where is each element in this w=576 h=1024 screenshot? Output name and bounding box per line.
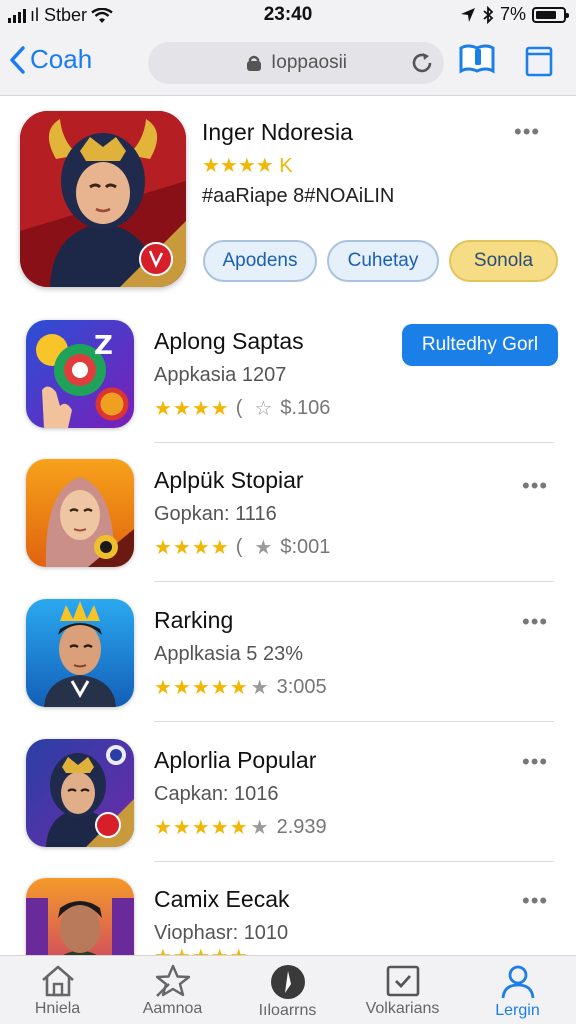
- get-button[interactable]: Rultedhy Gorl: [402, 324, 558, 366]
- compass-icon: [270, 965, 305, 999]
- app-subtitle: Appkasia 1207: [154, 364, 287, 386]
- chevron-left-icon: [10, 45, 25, 74]
- app-rating: ★★★★(☆ $.106: [154, 397, 331, 420]
- list-item[interactable]: Aplpük Stopiar Gopkan: 1116 ★★★★(★ $:001…: [0, 459, 576, 597]
- featured-app-card[interactable]: Inger Ndoresia ★★★★ K #aaRiape 8#NOAiLIN…: [0, 97, 576, 307]
- app-title: Aplpük Stopiar: [154, 467, 304, 493]
- bluetooth-icon: [483, 5, 494, 24]
- star-rating-icon: ★★★★★: [154, 817, 249, 839]
- more-options-icon[interactable]: •••: [514, 119, 540, 145]
- app-rating-value: $:001: [280, 536, 331, 558]
- more-options-icon[interactable]: •••: [522, 473, 548, 499]
- app-subtitle: Gopkan: 1116: [154, 503, 277, 525]
- app-title: Rarking: [154, 607, 234, 633]
- checkbox-icon: [386, 965, 419, 997]
- tab-bar: Hniela Aamnoa Iıloarrns Volkarians Lergi…: [0, 955, 576, 1024]
- empty-star-icon: ★: [250, 677, 269, 699]
- star-rating-icon: ★★★★: [154, 398, 230, 420]
- person-icon: [501, 965, 534, 999]
- back-label: Coah: [30, 44, 93, 74]
- app-rating: ★★★★★ ★ 2.939: [154, 815, 327, 840]
- featured-app-rating: ★★★★ K: [202, 155, 293, 177]
- more-options-icon[interactable]: •••: [522, 888, 548, 914]
- divider: [154, 861, 554, 862]
- navigation-bar: Coah Ioppaosii: [0, 30, 576, 96]
- location-arrow-icon: [460, 7, 475, 22]
- app-icon: [26, 739, 134, 847]
- app-title: Aplong Saptas: [154, 328, 304, 354]
- lock-icon: [246, 55, 261, 71]
- empty-star-icon: ★: [254, 537, 273, 559]
- back-button[interactable]: Coah: [8, 44, 92, 75]
- featured-app-title: Inger Ndoresia: [202, 119, 353, 145]
- list-item[interactable]: Z Aplong Saptas Appkasia 1207 ★★★★(☆ $.1…: [0, 320, 576, 458]
- battery-icon: [532, 6, 569, 23]
- featured-button-1[interactable]: Apodens: [203, 240, 317, 282]
- bookmarks-icon[interactable]: [458, 42, 496, 76]
- app-icon: [26, 599, 134, 707]
- tab-games[interactable]: Aamnoa: [115, 956, 230, 1024]
- app-title: Camix Eecak: [154, 886, 290, 912]
- app-icon: [26, 459, 134, 567]
- status-bar: ıl Stber 23:40 7%: [0, 0, 576, 30]
- tab-label: Volkarians: [365, 1000, 440, 1017]
- svg-text:Z: Z: [94, 331, 113, 361]
- tab-label: Aamnoa: [142, 1000, 203, 1017]
- featured-app-icon: [20, 111, 186, 287]
- tab-label: Lergin: [495, 1002, 540, 1019]
- empty-star-icon: ★: [250, 817, 269, 839]
- app-icon: Z: [26, 320, 134, 428]
- divider: [154, 721, 554, 722]
- star-rating-icon: ★★★★★: [154, 677, 249, 699]
- star-rocket-icon: [155, 964, 190, 997]
- app-rating: ★★★★★ ★ 3:005: [154, 675, 327, 700]
- more-options-icon[interactable]: •••: [522, 609, 548, 635]
- tab-updates[interactable]: Volkarians: [345, 956, 460, 1024]
- tab-apps[interactable]: Iıloarrns: [230, 956, 345, 1024]
- featured-button-3[interactable]: Sonola: [449, 240, 558, 282]
- app-subtitle: Applkasia 5 23%: [154, 643, 303, 665]
- app-subtitle: Capkan: 1016: [154, 783, 279, 805]
- app-rating-value: 3:005: [276, 676, 327, 698]
- list-item[interactable]: Rarking Applkasia 5 23% ★★★★★ ★ 3:005 •••: [0, 599, 576, 737]
- empty-star-icon: ☆: [254, 398, 273, 420]
- more-options-icon[interactable]: •••: [522, 749, 548, 775]
- app-title: Aplorlia Popular: [154, 747, 317, 773]
- tab-label: Hniela: [34, 1000, 81, 1017]
- tab-login[interactable]: Lergin: [460, 956, 575, 1024]
- list-item[interactable]: Aplorlia Popular Capkan: 1016 ★★★★★ ★ 2.9…: [0, 739, 576, 877]
- battery-percent: 7%: [499, 4, 526, 24]
- reload-icon[interactable]: [410, 51, 434, 75]
- app-rating-value: $.106: [280, 397, 331, 419]
- address-text: Ioppaosii: [270, 52, 348, 73]
- featured-button-2[interactable]: Cuhetay: [327, 240, 439, 282]
- app-rating: ★★★★(★ $:001: [154, 536, 331, 559]
- home-icon: [41, 965, 74, 997]
- tabs-icon[interactable]: [524, 44, 554, 78]
- tab-home[interactable]: Hniela: [0, 956, 115, 1024]
- address-bar[interactable]: Ioppaosii: [148, 42, 444, 84]
- divider: [154, 442, 554, 443]
- app-subtitle: Viophasr: 1010: [154, 922, 289, 944]
- status-right: 7%: [460, 4, 569, 25]
- featured-app-tagline: #aaRiape 8#NOAiLIN: [202, 185, 395, 207]
- tab-label: Iıloarrns: [258, 1002, 317, 1019]
- star-rating-icon: ★★★★: [154, 537, 230, 559]
- divider: [154, 581, 554, 582]
- app-rating-value: 2.939: [276, 816, 327, 838]
